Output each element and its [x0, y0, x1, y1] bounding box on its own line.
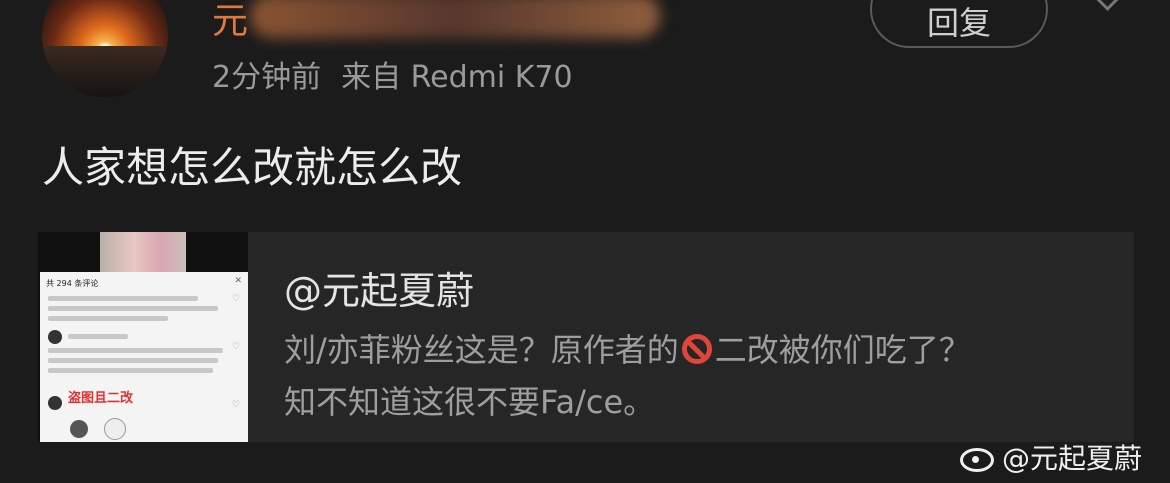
prohibited-icon	[681, 334, 712, 364]
watermark-text: @元起夏蔚	[1002, 442, 1143, 475]
author-name[interactable]: 元	[212, 0, 250, 44]
weibo-watermark: @元起夏蔚	[960, 437, 1142, 477]
user-avatar[interactable]	[42, 0, 168, 98]
like-icon: ♡	[231, 342, 240, 352]
thumbnail-text-line	[48, 306, 218, 311]
comment-time: 2分钟前	[212, 60, 322, 95]
weibo-logo-icon	[960, 448, 994, 472]
thumbnail-text-line	[48, 358, 218, 363]
thumbnail-sticker	[104, 418, 126, 440]
close-icon: ✕	[234, 276, 242, 286]
quoted-text-part: 知不知道这很不要Fa/ce。	[284, 383, 656, 421]
comment-source: 来自 Redmi K70	[341, 60, 573, 95]
thumbnail-overlay-text: 盗图且二改	[68, 391, 134, 406]
quoted-post-text: 刘/亦菲粉丝这是？原作者的 二改被你们吃了？ 知不知道这很不要Fa/ce。	[284, 324, 1104, 428]
comment-text: 人家想怎么改就怎么改	[42, 143, 463, 192]
thumbnail-text-line	[48, 368, 213, 373]
thumbnail-text-line	[48, 296, 198, 301]
reply-button[interactable]: 回复	[870, 0, 1048, 48]
thumbnail-avatar	[48, 330, 62, 344]
like-icon: ♡	[231, 294, 240, 304]
thumbnail-text-line	[68, 334, 128, 339]
quoted-text-part: 二改被你们吃了？	[714, 331, 971, 369]
name-redaction	[250, 0, 660, 38]
avatar-horizon	[42, 46, 168, 98]
chevron-down-icon[interactable]	[1094, 0, 1121, 11]
quoted-author[interactable]: @元起夏蔚	[284, 260, 474, 315]
thumbnail-avatar	[48, 396, 62, 410]
thumbnail-avatar	[70, 420, 88, 438]
quoted-post-thumbnail[interactable]: 共 294 条评论 ✕ ♡ ♡ 盗图且二改 ♡	[38, 232, 248, 442]
comment-meta: 2分钟前 来自 Redmi K70	[212, 52, 573, 96]
quoted-post-card[interactable]: 共 294 条评论 ✕ ♡ ♡ 盗图且二改 ♡ @元起夏蔚 刘/亦菲粉丝这是？原…	[38, 232, 1134, 442]
thumbnail-text-line	[48, 316, 168, 321]
thumbnail-comments-header: 共 294 条评论	[46, 279, 99, 288]
thumbnail-comment-sheet: 共 294 条评论 ✕ ♡ ♡ 盗图且二改 ♡	[40, 272, 248, 442]
thumbnail-text-line	[48, 348, 223, 353]
quoted-text-part: 刘/亦菲粉丝这是？原作者的	[284, 331, 679, 369]
like-icon: ♡	[231, 400, 240, 410]
